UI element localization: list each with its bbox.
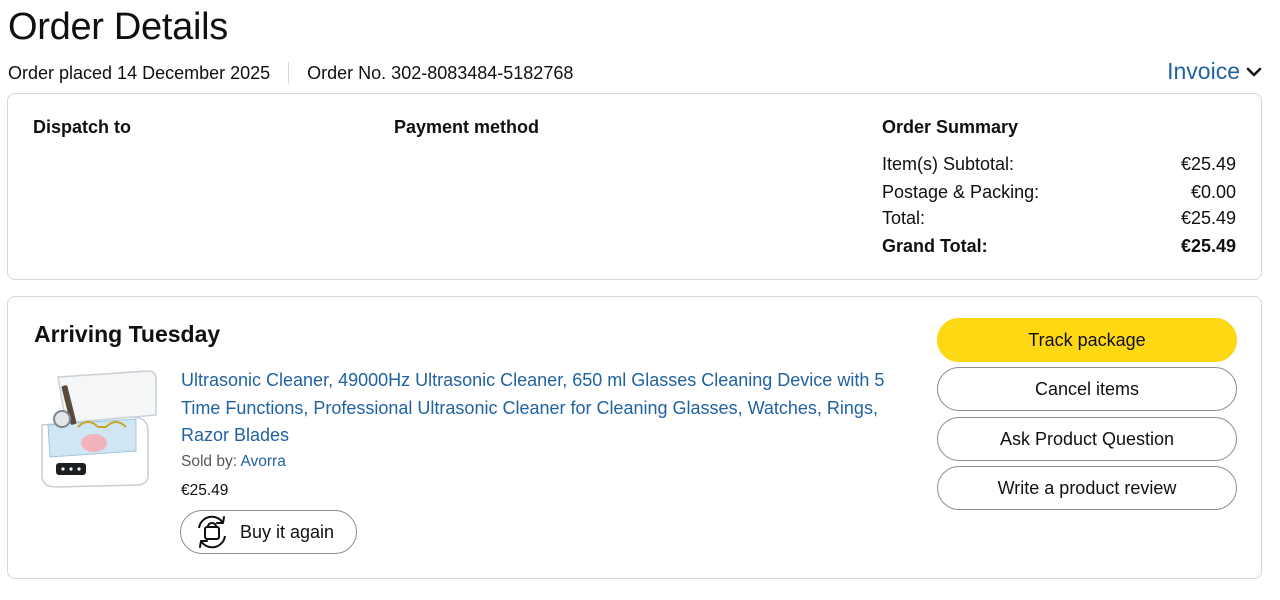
shipment-card: Arriving Tuesday Ultrasonic Cleaner, 490… <box>7 296 1262 579</box>
subtotal-label: Item(s) Subtotal: <box>882 154 1015 174</box>
total-row: Total: €25.49 <box>882 208 1236 229</box>
seller-link[interactable]: Avorra <box>240 453 285 470</box>
payment-method-heading: Payment method <box>394 117 540 137</box>
chevron-down-icon <box>1246 67 1262 76</box>
product-price: €25.49 <box>181 482 229 499</box>
dispatch-to-heading: Dispatch to <box>33 117 132 137</box>
postage-label: Postage & Packing: <box>882 182 1040 202</box>
track-package-button[interactable]: Track package <box>937 318 1237 362</box>
order-placed-date: Order placed 14 December 2025 <box>8 62 271 83</box>
product-image[interactable] <box>36 367 158 492</box>
order-number: Order No. 302-8083484-5182768 <box>307 62 574 83</box>
meta-divider <box>288 62 290 84</box>
order-summary-heading: Order Summary <box>882 117 1019 137</box>
total-value: €25.49 <box>1180 208 1236 228</box>
total-label: Total: <box>882 208 926 228</box>
page-title: Order Details <box>8 6 228 48</box>
subtotal-value: €25.49 <box>1180 154 1236 174</box>
grand-total-value: €25.49 <box>1180 236 1236 256</box>
delivery-status: Arriving Tuesday <box>34 321 221 347</box>
order-info-card: Dispatch to Payment method Order Summary… <box>7 93 1262 280</box>
buy-again-button[interactable]: Buy it again <box>180 510 357 554</box>
order-meta: Order placed 14 December 2025 Order No. … <box>8 62 573 84</box>
grand-total-row: Grand Total: €25.49 <box>882 236 1236 257</box>
ultrasonic-cleaner-product-image <box>41 370 157 488</box>
subtotal-row: Item(s) Subtotal: €25.49 <box>882 154 1236 175</box>
buy-again-icon <box>198 515 226 549</box>
invoice-label: Invoice <box>1167 58 1240 84</box>
grand-total-label: Grand Total: <box>882 236 988 256</box>
sold-by-label: Sold by: <box>181 453 238 470</box>
write-review-button[interactable]: Write a product review <box>937 466 1237 510</box>
cancel-items-button[interactable]: Cancel items <box>937 367 1237 411</box>
postage-row: Postage & Packing: €0.00 <box>882 182 1236 203</box>
product-title-link[interactable]: Ultrasonic Cleaner, 49000Hz Ultrasonic C… <box>181 367 901 450</box>
invoice-dropdown[interactable]: Invoice <box>1167 58 1262 85</box>
ask-product-question-button[interactable]: Ask Product Question <box>937 417 1237 461</box>
buy-again-label: Buy it again <box>240 521 335 542</box>
sold-by: Sold by: Avorra <box>181 453 286 471</box>
postage-value: €0.00 <box>1190 182 1236 202</box>
